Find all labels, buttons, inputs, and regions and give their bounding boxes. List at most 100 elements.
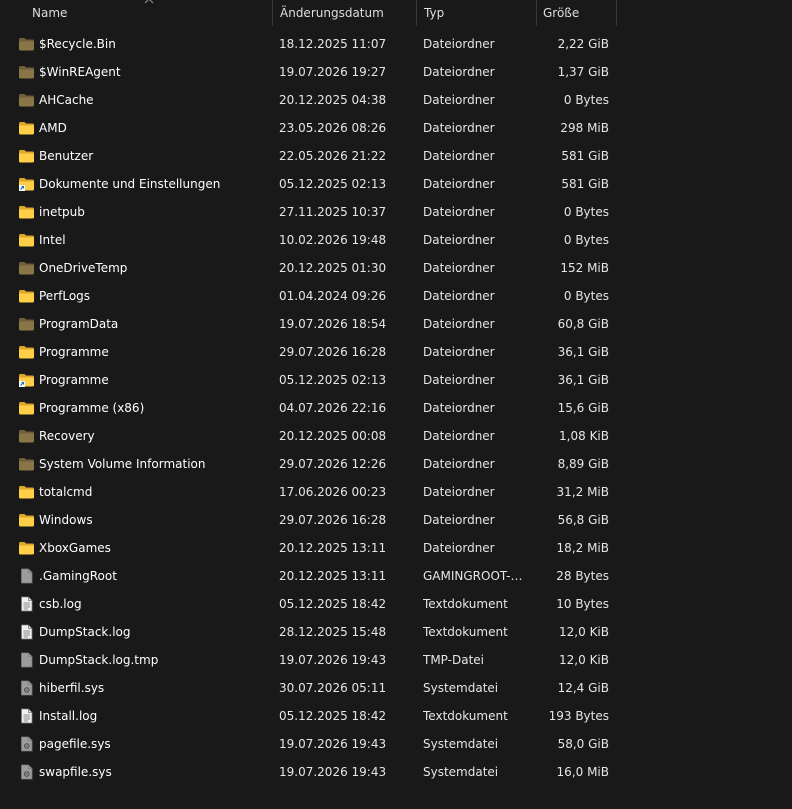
file-size: 1,08 KiB [559, 429, 609, 443]
column-header-date[interactable]: Änderungsdatum [280, 0, 412, 26]
folder-hidden-icon [19, 38, 34, 51]
file-row[interactable]: $Recycle.Bin 18.12.2025 11:07 Dateiordner 2… [0, 30, 792, 58]
file-size: 0 Bytes [563, 205, 609, 219]
file-row[interactable]: totalcmd 17.06.2026 00:23 Dateiordner 31,2 … [0, 478, 792, 506]
file-row[interactable]: Recovery 20.12.2025 00:08 Dateiordner 1,08 … [0, 422, 792, 450]
text-file-icon [21, 708, 33, 724]
folder-icon [19, 402, 34, 415]
file-name: AMD [39, 121, 67, 135]
folder-hidden-icon [19, 318, 34, 331]
file-date: 18.12.2025 11:07 [279, 37, 387, 51]
file-row[interactable]: Programme 05.12.2025 02:13 Dateiordner 36,1… [0, 366, 792, 394]
folder-icon [19, 234, 34, 247]
column-header-name[interactable]: Name [32, 0, 268, 26]
file-name: csb.log [39, 597, 82, 611]
file-row[interactable]: pagefile.sys 19.07.2026 19:43 Systemdatei 5… [0, 730, 792, 758]
file-name: hiberfil.sys [39, 681, 105, 695]
file-name: $Recycle.Bin [39, 37, 116, 51]
file-row[interactable]: swapfile.sys 19.07.2026 19:43 Systemdatei 1… [0, 758, 792, 786]
file-type: Dateiordner [423, 205, 495, 219]
file-date: 22.05.2026 21:22 [279, 149, 387, 163]
file-row[interactable]: hiberfil.sys 30.07.2026 05:11 Systemdatei 1… [0, 674, 792, 702]
file-date: 05.12.2025 18:42 [279, 709, 387, 723]
file-size: 31,2 MiB [556, 485, 609, 499]
file-type: Dateiordner [423, 121, 495, 135]
column-divider[interactable] [536, 0, 537, 26]
file-row[interactable]: Windows 29.07.2026 16:28 Dateiordner 56,8 G… [0, 506, 792, 534]
file-row[interactable]: OneDriveTemp 20.12.2025 01:30 Dateiordner 1… [0, 254, 792, 282]
file-row[interactable]: Intel 10.02.2026 19:48 Dateiordner 0 Bytes [0, 226, 792, 254]
file-type: Dateiordner [423, 93, 495, 107]
file-date: 10.02.2026 19:48 [279, 233, 387, 247]
file-row[interactable]: Dokumente und Einstellungen 05.12.2025 02… [0, 170, 792, 198]
file-hidden-icon [21, 652, 33, 668]
column-header-type[interactable]: Typ [424, 0, 532, 26]
file-row[interactable]: .GamingRoot 20.12.2025 13:11 GAMINGROOT-Da… [0, 562, 792, 590]
file-type: Textdokument [423, 597, 508, 611]
file-size: 2,22 GiB [557, 37, 609, 51]
file-type: Systemdatei [423, 681, 499, 695]
file-row[interactable]: Programme (x86) 04.07.2026 22:16 Dateiordn… [0, 394, 792, 422]
file-size: 36,1 GiB [557, 345, 609, 359]
column-divider[interactable] [416, 0, 417, 26]
file-row[interactable]: XboxGames 20.12.2025 13:11 Dateiordner 18,2… [0, 534, 792, 562]
file-date: 29.07.2026 16:28 [279, 345, 387, 359]
file-date: 20.12.2025 00:08 [279, 429, 387, 443]
file-date: 19.07.2026 19:43 [279, 765, 387, 779]
file-name: $WinREAgent [39, 65, 121, 79]
file-name: swapfile.sys [39, 765, 112, 779]
file-row[interactable]: AHCache 20.12.2025 04:38 Dateiordner 0 Byte… [0, 86, 792, 114]
file-name: ProgramData [39, 317, 119, 331]
folder-hidden-icon [19, 94, 34, 107]
file-size: 12,0 KiB [559, 653, 609, 667]
file-size: 18,2 MiB [556, 541, 609, 555]
folder-hidden-icon [19, 430, 34, 443]
file-row[interactable]: csb.log 05.12.2025 18:42 Textdokument 10 By… [0, 590, 792, 618]
file-row[interactable]: PerfLogs 01.04.2024 09:26 Dateiordner 0 Byt… [0, 282, 792, 310]
file-row[interactable]: AMD 23.05.2026 08:26 Dateiordner 298 MiB [0, 114, 792, 142]
file-size: 28 Bytes [556, 569, 609, 583]
file-row[interactable]: Install.log 05.12.2025 18:42 Textdokument 1… [0, 702, 792, 730]
file-size: 0 Bytes [563, 93, 609, 107]
file-row[interactable]: inetpub 27.11.2025 10:37 Dateiordner 0 Byte… [0, 198, 792, 226]
file-name: Benutzer [39, 149, 94, 163]
column-divider[interactable] [272, 0, 273, 26]
text-file-icon [21, 596, 33, 612]
file-date: 23.05.2026 08:26 [279, 121, 387, 135]
column-header-size[interactable]: Größe [543, 0, 613, 26]
file-row[interactable]: Benutzer 22.05.2026 21:22 Dateiordner 581 G… [0, 142, 792, 170]
file-row[interactable]: Programme 29.07.2026 16:28 Dateiordner 36,1… [0, 338, 792, 366]
folder-icon [19, 122, 34, 135]
file-type: Dateiordner [423, 429, 495, 443]
column-divider[interactable] [616, 0, 617, 26]
folder-icon [19, 514, 34, 527]
file-type: Dateiordner [423, 401, 495, 415]
file-row[interactable]: System Volume Information 29.07.2026 12:2… [0, 450, 792, 478]
file-name: Programme (x86) [39, 401, 145, 415]
file-list: $Recycle.Bin 18.12.2025 11:07 Dateiordner 2… [0, 30, 792, 786]
file-date: 29.07.2026 16:28 [279, 513, 387, 527]
file-type: TMP-Datei [423, 653, 485, 667]
file-date: 27.11.2025 10:37 [279, 205, 387, 219]
file-row[interactable]: ProgramData 19.07.2026 18:54 Dateiordner 60… [0, 310, 792, 338]
file-size: 581 GiB [561, 149, 609, 163]
file-size: 12,0 KiB [559, 625, 609, 639]
file-row[interactable]: DumpStack.log 28.12.2025 15:48 Textdokumen… [0, 618, 792, 646]
system-file-icon [21, 736, 33, 752]
file-date: 05.12.2025 02:13 [279, 177, 387, 191]
file-name: Recovery [39, 429, 95, 443]
file-row[interactable]: DumpStack.log.tmp 19.07.2026 19:43 TMP-Dat… [0, 646, 792, 674]
folder-icon [19, 486, 34, 499]
file-date: 20.12.2025 01:30 [279, 261, 387, 275]
file-row[interactable]: $WinREAgent 19.07.2026 19:27 Dateiordner 1,… [0, 58, 792, 86]
file-name: DumpStack.log [39, 625, 131, 639]
file-size: 0 Bytes [563, 233, 609, 247]
file-size: 581 GiB [561, 177, 609, 191]
file-type: Systemdatei [423, 737, 499, 751]
folder-icon [19, 206, 34, 219]
file-date: 20.12.2025 04:38 [279, 93, 387, 107]
file-date: 30.07.2026 05:11 [279, 681, 387, 695]
file-size: 60,8 GiB [557, 317, 609, 331]
file-name: pagefile.sys [39, 737, 111, 751]
file-type: Dateiordner [423, 373, 495, 387]
